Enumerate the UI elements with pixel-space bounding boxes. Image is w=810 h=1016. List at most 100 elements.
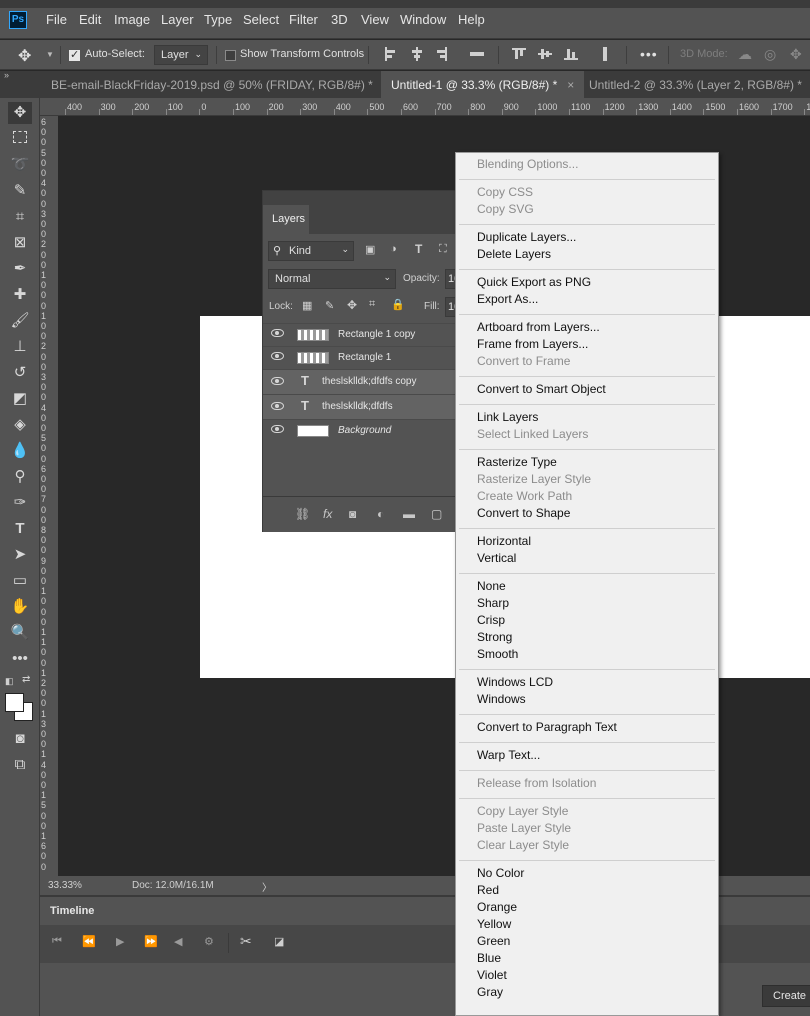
eraser-tool-icon[interactable]: ◩ — [8, 388, 32, 410]
menu-item-violet[interactable]: Violet — [477, 968, 507, 982]
filter-pixel-icon[interactable]: ▣ — [365, 243, 375, 256]
menu-item-rasterize-type[interactable]: Rasterize Type — [477, 455, 557, 469]
rectangle-tool-icon[interactable]: ▭ — [8, 570, 32, 592]
distribute-icon[interactable] — [470, 47, 484, 61]
menu-item-vertical[interactable]: Vertical — [477, 551, 516, 565]
menu-item-smooth[interactable]: Smooth — [477, 647, 518, 661]
path-selection-tool-icon[interactable]: ➤ — [8, 544, 32, 566]
menu-item-strong[interactable]: Strong — [477, 630, 512, 644]
photoshop-logo-icon[interactable]: Ps — [9, 11, 27, 29]
history-brush-tool-icon[interactable]: ↺ — [8, 362, 32, 384]
lock-image-icon[interactable]: ✎ — [325, 299, 334, 312]
menu-item-none[interactable]: None — [477, 579, 506, 593]
menu-item-export-as[interactable]: Export As... — [477, 292, 538, 306]
menu-file[interactable]: File — [46, 12, 67, 27]
visibility-eye-icon[interactable] — [271, 402, 284, 410]
clone-stamp-tool-icon[interactable]: ⊥ — [8, 336, 32, 358]
menu-window[interactable]: Window — [400, 12, 446, 27]
quick-mask-icon[interactable]: ◙ — [8, 728, 32, 750]
tab-document-1[interactable]: BE-email-BlackFriday-2019.psd @ 50% (FRI… — [41, 71, 400, 98]
menu-item-artboard-from-layers[interactable]: Artboard from Layers... — [477, 320, 600, 334]
lasso-tool-icon[interactable]: ➰ — [8, 154, 32, 176]
foreground-color-swatch[interactable] — [5, 693, 24, 712]
eyedropper-tool-icon[interactable]: ✒ — [8, 258, 32, 280]
blend-mode-dropdown[interactable]: Normal ⌄ — [268, 269, 396, 289]
menu-item-quick-export-as-png[interactable]: Quick Export as PNG — [477, 275, 591, 289]
close-icon[interactable]: × — [567, 78, 574, 92]
menu-item-duplicate-layers[interactable]: Duplicate Layers... — [477, 230, 576, 244]
align-top-icon[interactable] — [512, 47, 526, 61]
horizontal-ruler[interactable]: 400 300 200 100 0 100 200 300 400 500 600 700 800 900… — [40, 98, 810, 116]
auto-select-target-dropdown[interactable]: Layer ⌄ — [154, 45, 208, 65]
menu-item-convert-to-smart-object[interactable]: Convert to Smart Object — [477, 382, 606, 396]
settings-gear-icon[interactable]: ⚙ — [204, 935, 214, 948]
menu-item-blue[interactable]: Blue — [477, 951, 501, 965]
first-frame-icon[interactable]: ⏮ — [52, 935, 62, 948]
move-tool-icon[interactable]: ✥ — [18, 46, 31, 66]
3d-orbit-icon[interactable]: ☁ — [738, 46, 752, 63]
visibility-eye-icon[interactable] — [271, 352, 284, 360]
new-layer-icon[interactable]: ▢ — [431, 507, 442, 521]
menu-item-green[interactable]: Green — [477, 934, 510, 948]
filter-type-icon[interactable]: T — [415, 242, 422, 256]
tab-layers[interactable]: Layers — [263, 205, 309, 234]
split-scissors-icon[interactable]: ✂ — [240, 933, 252, 950]
visibility-eye-icon[interactable] — [271, 377, 284, 385]
lock-position-icon[interactable]: ✥ — [347, 298, 357, 312]
menu-item-yellow[interactable]: Yellow — [477, 917, 511, 931]
quick-selection-tool-icon[interactable]: ✎ — [8, 180, 32, 202]
create-video-timeline-button[interactable]: Create — [762, 985, 810, 1007]
filter-shape-icon[interactable]: ⛶ — [439, 243, 447, 256]
menu-edit[interactable]: Edit — [79, 12, 101, 27]
menu-filter[interactable]: Filter — [289, 12, 318, 27]
layer-filter-kind-dropdown[interactable]: ⚲ Kind ⌄ — [268, 241, 354, 261]
hand-tool-icon[interactable]: ✋ — [8, 596, 32, 618]
menu-item-orange[interactable]: Orange — [477, 900, 517, 914]
menu-item-delete-layers[interactable]: Delete Layers — [477, 247, 551, 261]
menu-3d[interactable]: 3D — [331, 12, 348, 27]
default-colors-icon[interactable]: ◧ — [5, 676, 14, 687]
frame-tool-icon[interactable]: ⊠ — [8, 232, 32, 254]
zoom-tool-icon[interactable]: 🔍 — [8, 622, 32, 644]
tool-preset-chevron-icon[interactable]: ▼ — [46, 50, 54, 59]
layer-row[interactable]: Rectangle 1 — [263, 346, 463, 369]
play-icon[interactable]: ▶ — [116, 935, 124, 948]
menu-item-warp-text[interactable]: Warp Text... — [477, 748, 540, 762]
healing-brush-tool-icon[interactable]: ✚ — [8, 284, 32, 306]
3d-pan-icon[interactable]: ✥ — [790, 46, 802, 63]
menu-item-frame-from-layers[interactable]: Frame from Layers... — [477, 337, 588, 351]
auto-select-checkbox[interactable] — [69, 48, 80, 61]
menu-item-link-layers[interactable]: Link Layers — [477, 410, 538, 424]
panel-collapse-icon[interactable]: » — [4, 70, 9, 80]
3d-roll-icon[interactable]: ◎ — [764, 46, 776, 63]
type-tool-icon[interactable]: T — [8, 518, 32, 540]
pen-tool-icon[interactable]: ✑ — [8, 492, 32, 514]
link-layers-icon[interactable]: ⛓ — [295, 507, 310, 521]
align-vertical-center-icon[interactable] — [538, 47, 552, 61]
menu-image[interactable]: Image — [114, 12, 150, 27]
menu-item-gray[interactable]: Gray — [477, 985, 503, 999]
dodge-tool-icon[interactable]: ⚲ — [8, 466, 32, 488]
layer-row[interactable]: Background — [263, 419, 463, 442]
align-left-icon[interactable] — [384, 47, 398, 61]
visibility-eye-icon[interactable] — [271, 329, 284, 337]
audio-icon[interactable]: ◀ — [174, 935, 182, 948]
menu-item-windows[interactable]: Windows — [477, 692, 526, 706]
previous-frame-icon[interactable]: ⏪ — [82, 935, 96, 948]
align-bottom-icon[interactable] — [564, 47, 578, 61]
distribute-vertical-icon[interactable] — [598, 47, 612, 61]
lock-all-icon[interactable]: 🔒 — [391, 298, 405, 311]
lock-artboard-icon[interactable]: ⌗ — [369, 298, 375, 311]
menu-item-sharp[interactable]: Sharp — [477, 596, 509, 610]
menu-item-windows-lcd[interactable]: Windows LCD — [477, 675, 553, 689]
crop-tool-icon[interactable]: ⌗ — [8, 206, 32, 228]
show-transform-controls-checkbox[interactable] — [225, 50, 236, 61]
add-mask-icon[interactable]: ◙ — [349, 507, 356, 521]
menu-item-no-color[interactable]: No Color — [477, 866, 524, 880]
menu-layer[interactable]: Layer — [161, 12, 194, 27]
layer-row[interactable]: T theslsklldk;dfdfs copy — [263, 369, 463, 394]
align-right-icon[interactable] — [434, 47, 448, 61]
menu-item-horizontal[interactable]: Horizontal — [477, 534, 531, 548]
transition-icon[interactable]: ◪ — [274, 935, 284, 948]
layer-style-fx-icon[interactable]: fx — [323, 507, 332, 521]
